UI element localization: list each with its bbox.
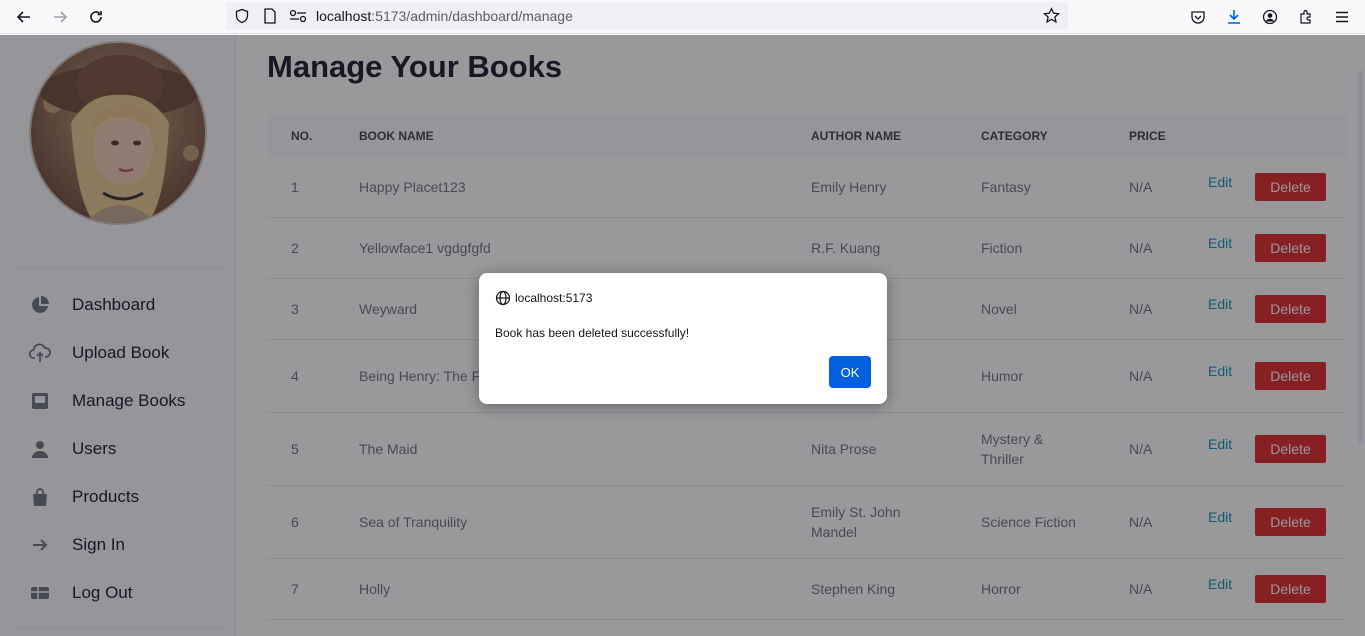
pocket-button[interactable] — [1185, 4, 1211, 30]
arrow-right-icon — [54, 11, 68, 23]
dialog-message: Book has been deleted successfully! — [495, 326, 690, 340]
url-path: :5173/admin/dashboard/manage — [371, 8, 573, 24]
arrow-left-icon — [16, 11, 30, 23]
globe-icon — [495, 290, 511, 306]
dialog-origin: localhost:5173 — [495, 290, 592, 306]
permissions-icon — [289, 9, 307, 23]
shield-icon — [235, 8, 249, 24]
browser-toolbar: localhost:5173/admin/dashboard/manage — [0, 0, 1365, 34]
pocket-icon — [1191, 11, 1205, 24]
dialog-origin-text: localhost:5173 — [515, 291, 593, 305]
alert-dialog: localhost:5173 Book has been deleted suc… — [479, 273, 887, 404]
account-icon — [1262, 9, 1278, 25]
ok-button[interactable]: OK — [829, 356, 871, 388]
reload-button[interactable] — [83, 4, 109, 30]
page-icon — [264, 8, 276, 24]
extensions-button[interactable] — [1293, 4, 1319, 30]
bookmark-star-icon[interactable] — [1043, 7, 1060, 24]
page-scrollbar[interactable] — [1358, 70, 1363, 444]
url-text: localhost:5173/admin/dashboard/manage — [316, 8, 573, 24]
account-button[interactable] — [1257, 4, 1283, 30]
url-bar[interactable]: localhost:5173/admin/dashboard/manage — [226, 2, 1068, 30]
downloads-button[interactable] — [1221, 4, 1247, 30]
reload-icon — [90, 11, 102, 23]
back-button[interactable] — [11, 4, 37, 30]
download-icon — [1228, 10, 1240, 24]
menu-button[interactable] — [1329, 4, 1355, 30]
url-host: localhost — [316, 8, 372, 24]
forward-button[interactable] — [47, 4, 73, 30]
hamburger-icon — [1336, 11, 1348, 23]
puzzle-icon — [1300, 9, 1311, 24]
